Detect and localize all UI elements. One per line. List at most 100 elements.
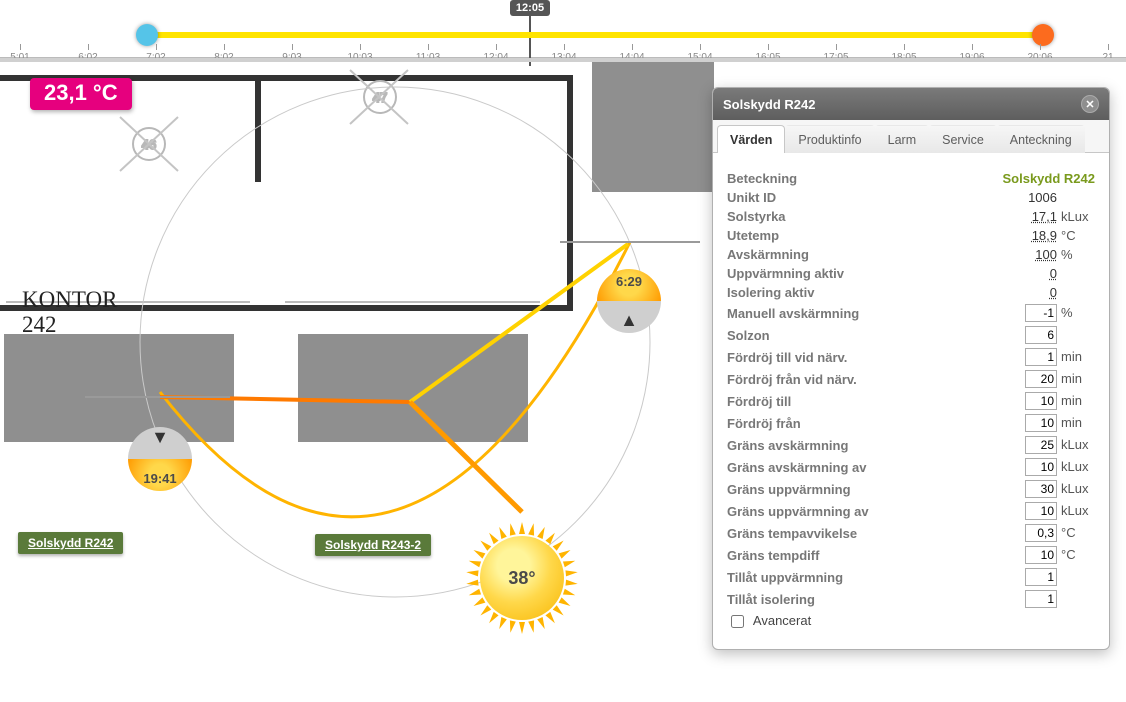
property-value[interactable]: 18,9°C [975,228,1095,243]
tab-anteckning[interactable]: Anteckning [997,125,1085,153]
tick [632,44,633,50]
property-value[interactable]: kLux [975,502,1095,520]
value-input[interactable] [1025,502,1057,520]
tab-service[interactable]: Service [929,125,997,153]
property-value[interactable]: kLux [975,480,1095,498]
property-key: Gräns uppvärmning av [727,504,975,519]
tab-larm[interactable]: Larm [875,125,929,153]
property-key: Fördröj till [727,394,975,409]
value-input[interactable] [1025,568,1057,586]
value-input[interactable] [1025,480,1057,498]
tick [88,44,89,50]
panel-tabs: VärdenProduktinfoLarmServiceAnteckning [713,120,1109,153]
property-key: Uppvärmning aktiv [727,266,975,281]
device-link-r243-2[interactable]: Solskydd R243-2 [315,534,431,556]
arrow-up-icon: ▲ [620,310,638,331]
tick [700,44,701,50]
sunset-marker[interactable]: ▼ 19:41 [128,427,192,491]
advanced-checkbox-input[interactable] [731,615,744,628]
tab-värden[interactable]: Värden [717,125,785,153]
value-input[interactable] [1025,590,1057,608]
property-value[interactable]: °C [975,524,1095,542]
property-row: Tillåt uppvärmning [727,568,1095,586]
value-input[interactable] [1025,458,1057,476]
value-input[interactable] [1025,348,1057,366]
tick [360,44,361,50]
tick [972,44,973,50]
property-key: Gräns uppvärmning [727,482,975,497]
property-row: Gräns tempavvikelse°C [727,524,1095,542]
sunset-time: 19:41 [128,471,192,486]
sun-elevation-label: 38° [480,536,564,620]
value-input[interactable] [1025,370,1057,388]
property-value[interactable]: 100% [975,247,1095,262]
property-key: Fördröj till vid närv. [727,350,975,365]
tick [1040,44,1041,50]
tab-produktinfo[interactable]: Produktinfo [785,125,874,153]
property-value[interactable] [975,326,1095,344]
property-value[interactable]: min [975,414,1095,432]
value-input[interactable] [1025,546,1057,564]
property-key: Unikt ID [727,190,975,205]
property-value[interactable]: °C [975,546,1095,564]
property-row: Solstyrka17,1kLux [727,209,1095,224]
panel-body: BeteckningSolskydd R242Unikt ID1006Solst… [713,153,1109,649]
value-input[interactable] [1025,524,1057,542]
property-value: 1006 [975,190,1095,205]
tick [20,44,21,50]
property-value[interactable]: kLux [975,436,1095,454]
property-key: Tillåt uppvärmning [727,570,975,585]
property-key: Gräns tempdiff [727,548,975,563]
property-value[interactable] [975,590,1095,608]
property-value[interactable]: % [975,304,1095,322]
property-row: Solzon [727,326,1095,344]
timeline[interactable]: 12:05 5:016:027:028:029:0310:0311:0312:0… [0,0,1126,58]
sunrise-marker-dot[interactable] [136,24,158,46]
sunrise-time: 6:29 [597,274,661,289]
property-row: Gräns uppvärmningkLux [727,480,1095,498]
property-value[interactable]: 17,1kLux [975,209,1095,224]
advanced-checkbox[interactable]: Avancerat [727,613,811,628]
property-row: Unikt ID1006 [727,190,1095,205]
panel-header[interactable]: Solskydd R242 ✕ [713,88,1109,120]
property-row: Tillåt isolering [727,590,1095,608]
sunrise-marker[interactable]: 6:29 ▲ [597,269,661,333]
property-row: Gräns tempdiff°C [727,546,1095,564]
property-value[interactable]: 0 [975,266,1095,281]
sunset-marker-dot[interactable] [1032,24,1054,46]
property-row: Avskärmning100% [727,247,1095,262]
panel-title: Solskydd R242 [723,97,816,112]
property-key: Fördröj från [727,416,975,431]
property-key: Utetemp [727,228,975,243]
property-row: Fördröj från vid närv.min [727,370,1095,388]
property-row: Manuell avskärmning% [727,304,1095,322]
advanced-label: Avancerat [753,613,811,628]
tick [1108,44,1109,50]
property-value[interactable]: kLux [975,458,1095,476]
current-time-label: 12:05 [510,0,550,16]
property-key: Gräns avskärmning av [727,460,975,475]
timeline-track [147,32,1042,38]
value-input[interactable] [1025,392,1057,410]
close-icon[interactable]: ✕ [1081,95,1099,113]
property-value[interactable] [975,568,1095,586]
property-row: Utetemp18,9°C [727,228,1095,243]
property-value[interactable]: min [975,392,1095,410]
arrow-down-icon: ▼ [151,427,169,448]
property-row: Gräns avskärmningkLux [727,436,1095,454]
value-input[interactable] [1025,304,1057,322]
sun-icon: 38° [462,518,582,638]
property-key: Isolering aktiv [727,285,975,300]
tick [496,44,497,50]
property-value[interactable]: min [975,348,1095,366]
room-label: KONTOR242 [22,287,117,338]
property-key: Avskärmning [727,247,975,262]
property-key: Gräns avskärmning [727,438,975,453]
property-value[interactable]: 0 [975,285,1095,300]
property-value[interactable]: min [975,370,1095,388]
value-input[interactable] [1025,414,1057,432]
value-input[interactable] [1025,436,1057,454]
property-row: Isolering aktiv0 [727,285,1095,300]
value-input[interactable] [1025,326,1057,344]
device-link-r242[interactable]: Solskydd R242 [18,532,123,554]
